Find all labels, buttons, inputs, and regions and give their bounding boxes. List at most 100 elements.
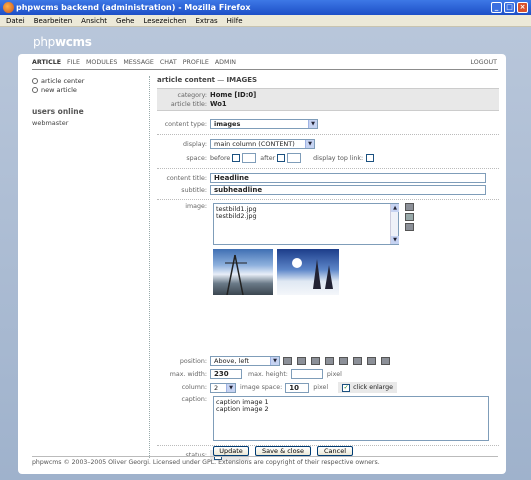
browser-window: phpwcms backend (administration) - Mozil…: [0, 0, 531, 480]
display-select[interactable]: main column (CONTENT) ▼: [210, 139, 315, 149]
update-button[interactable]: Update: [213, 446, 249, 456]
image-browse-icon[interactable]: [405, 203, 414, 211]
position-float-left-icon[interactable]: [367, 357, 376, 365]
maximize-button[interactable]: □: [504, 2, 515, 13]
column-label: column:: [181, 384, 207, 391]
image-list-scrollbar[interactable]: ▲ ▼: [390, 204, 399, 244]
space-before-checkbox[interactable]: [232, 154, 241, 162]
nav-chat[interactable]: CHAT: [160, 59, 177, 66]
space-before-input[interactable]: [242, 153, 257, 163]
display-top-link-label: display top link:: [313, 154, 364, 162]
content-type-select[interactable]: images ▼: [210, 119, 318, 129]
image-space-input[interactable]: 10: [285, 382, 310, 393]
form-buttons: Update Save & close Cancel: [213, 446, 353, 456]
online-user: webmaster: [32, 119, 69, 127]
display-top-link-checkbox[interactable]: [366, 154, 375, 162]
position-value: Above, left: [214, 357, 250, 365]
menu-gehe[interactable]: Gehe: [116, 15, 134, 26]
window-titlebar: phpwcms backend (administration) - Mozil…: [0, 0, 531, 15]
close-window-button[interactable]: ×: [517, 2, 528, 13]
chevron-down-icon: ▼: [270, 357, 279, 365]
nav-message[interactable]: MESSAGE: [123, 59, 154, 66]
page-content: phpwcms ARTICLE FILE MODULES MESSAGE CHA…: [0, 27, 531, 480]
position-select[interactable]: Above, left ▼: [210, 356, 280, 366]
click-enlarge-option[interactable]: ✓ click enlarge: [338, 382, 398, 393]
nav-modules[interactable]: MODULES: [86, 59, 117, 66]
image-list[interactable]: testbild1.jpg testbild2.jpg ▲ ▼: [213, 203, 399, 245]
position-below-right-icon[interactable]: [353, 357, 362, 365]
firefox-icon: [3, 2, 14, 13]
chevron-down-icon: ▼: [305, 140, 314, 148]
delete-image-icon[interactable]: [405, 223, 414, 231]
display-value: main column (CONTENT): [214, 140, 295, 148]
caption-label: caption:: [181, 396, 207, 403]
window-title: phpwcms backend (administration) - Mozil…: [16, 3, 251, 12]
image-file-item[interactable]: testbild2.jpg: [216, 213, 396, 220]
users-online-heading: users online: [32, 107, 84, 116]
column-value: 2: [214, 383, 219, 392]
subtitle-label: subtitle:: [181, 186, 207, 194]
menu-bar: Datei Bearbeiten Ansicht Gehe Lesezeiche…: [0, 15, 531, 27]
category-value: Home [ID:0]: [210, 91, 257, 99]
pylon-graphic: [225, 254, 247, 296]
logout-link[interactable]: LOGOUT: [470, 59, 497, 66]
click-enlarge-label: click enlarge: [353, 384, 394, 391]
menu-extras[interactable]: Extras: [196, 15, 218, 26]
max-height-input[interactable]: [290, 369, 323, 379]
content-type-value: images: [214, 120, 241, 128]
article-content-form: article content — IMAGES category: Home …: [157, 76, 501, 466]
menu-lesezeichen[interactable]: Lesezeichen: [144, 15, 187, 26]
max-width-input[interactable]: 230: [210, 369, 242, 379]
save-close-button[interactable]: Save & close: [255, 446, 311, 456]
minimize-button[interactable]: _: [491, 2, 502, 13]
content-title-label: content title:: [166, 174, 207, 182]
nav-article[interactable]: ARTICLE: [32, 59, 61, 66]
nav-profile[interactable]: PROFILE: [183, 59, 209, 66]
section-title-suffix: IMAGES: [226, 76, 258, 84]
position-above-left-icon[interactable]: [283, 357, 292, 365]
position-below-center-icon[interactable]: [339, 357, 348, 365]
menu-bearbeiten[interactable]: Bearbeiten: [34, 15, 72, 26]
space-after-label: after: [260, 154, 276, 162]
subtitle-input[interactable]: subheadline: [210, 185, 486, 195]
sidebar-item-new-article[interactable]: new article: [32, 85, 142, 94]
column-divider: [149, 76, 150, 458]
column-select[interactable]: 2 ▼: [210, 382, 236, 393]
space-after-checkbox[interactable]: [277, 154, 286, 162]
max-height-label: max. height:: [248, 370, 288, 378]
caption-textarea[interactable]: caption image 1 caption image 2: [213, 396, 489, 441]
nav-divider: [32, 69, 498, 70]
scroll-up-icon[interactable]: ▲: [391, 204, 399, 212]
move-image-icon[interactable]: [405, 213, 414, 221]
image-thumbnail-2: [277, 249, 339, 295]
chevron-down-icon: ▼: [226, 383, 235, 392]
category-label: category:: [177, 91, 208, 99]
menu-hilfe[interactable]: Hilfe: [227, 15, 243, 26]
top-navigation: ARTICLE FILE MODULES MESSAGE CHAT PROFIL…: [32, 59, 236, 66]
max-width-label: max. width:: [169, 370, 207, 378]
content-title-input[interactable]: Headline: [210, 173, 486, 183]
footer-text: phpwcms © 2003–2005 Oliver Georgi. Licen…: [32, 459, 380, 466]
nav-admin[interactable]: ADMIN: [215, 59, 236, 66]
section-title: article content — IMAGES: [157, 76, 257, 84]
display-label: display:: [182, 140, 207, 148]
phpwcms-logo: phpwcms: [33, 35, 92, 49]
position-above-center-icon[interactable]: [297, 357, 306, 365]
position-below-left-icon[interactable]: [325, 357, 334, 365]
menu-datei[interactable]: Datei: [6, 15, 25, 26]
space-before-label: before: [210, 154, 231, 162]
sidebar-item-label: new article: [41, 85, 77, 94]
content-type-label: content type:: [164, 120, 207, 128]
article-title-value: Wo1: [210, 100, 227, 108]
menu-ansicht[interactable]: Ansicht: [81, 15, 107, 26]
scroll-down-icon[interactable]: ▼: [391, 236, 399, 244]
click-enlarge-checkbox[interactable]: ✓: [342, 383, 351, 392]
position-above-right-icon[interactable]: [311, 357, 320, 365]
space-after-input[interactable]: [287, 153, 302, 163]
nav-file[interactable]: FILE: [67, 59, 80, 66]
position-float-right-icon[interactable]: [381, 357, 390, 365]
cancel-button[interactable]: Cancel: [317, 446, 353, 456]
divider: [157, 134, 499, 135]
logo-part1: php: [33, 35, 55, 49]
sidebar-item-article-center[interactable]: article center: [32, 76, 142, 85]
